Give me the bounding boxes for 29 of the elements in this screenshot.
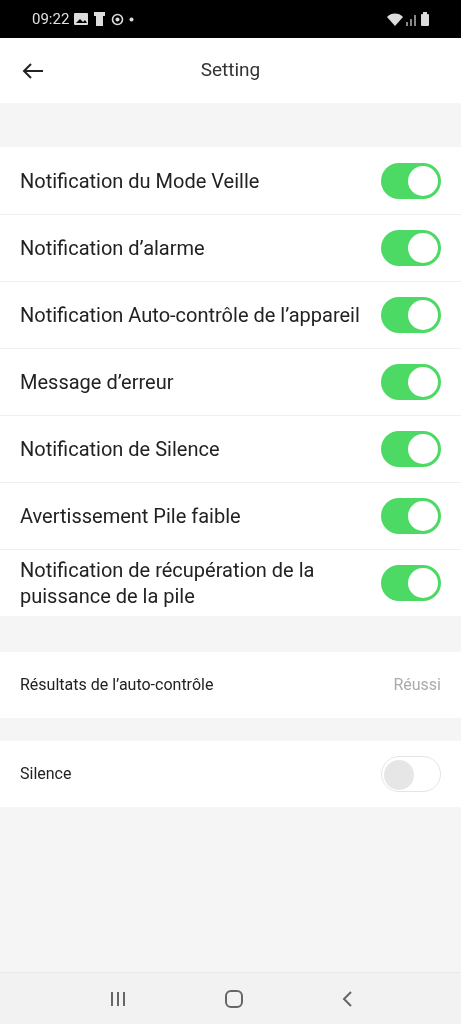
setting-label: Notification Auto-contrôle de l’appareil bbox=[20, 302, 360, 328]
setting-label: Notification de récupération de la puissance de la pile bbox=[20, 557, 316, 609]
wifi-icon bbox=[387, 12, 403, 26]
recent-apps-icon[interactable] bbox=[109, 990, 126, 1007]
battery-icon bbox=[421, 12, 429, 26]
setting-label: Notification du Mode Veille bbox=[20, 167, 260, 194]
toggle-switch[interactable] bbox=[381, 756, 441, 792]
setting-value: Réussi bbox=[393, 674, 441, 696]
toggle-switch[interactable] bbox=[381, 565, 441, 601]
toggle-switch[interactable] bbox=[381, 364, 441, 400]
setting-label: Résultats de l’auto-contrôle bbox=[20, 674, 214, 696]
image-icon bbox=[74, 13, 89, 25]
page-title: Setting bbox=[200, 57, 261, 84]
back-icon[interactable] bbox=[341, 990, 352, 1007]
toggle-switch[interactable] bbox=[381, 297, 441, 333]
toggle-switch[interactable] bbox=[381, 230, 441, 266]
toggle-switch[interactable] bbox=[381, 162, 441, 199]
setting-label: Message d’erreur bbox=[20, 369, 174, 395]
home-icon[interactable] bbox=[224, 989, 243, 1008]
signal-icon bbox=[406, 12, 418, 26]
toggle-switch[interactable] bbox=[381, 431, 441, 467]
setting-label: Notification d’alarme bbox=[20, 235, 205, 261]
clock: 09:22 bbox=[32, 8, 70, 30]
dot-icon bbox=[129, 16, 135, 22]
back-arrow-icon bbox=[22, 61, 44, 80]
setting-label: Notification de Silence bbox=[20, 436, 220, 462]
toggle-switch[interactable] bbox=[381, 498, 441, 534]
setting-label: Avertissement Pile faible bbox=[20, 503, 241, 529]
setting-label: Silence bbox=[20, 763, 72, 785]
